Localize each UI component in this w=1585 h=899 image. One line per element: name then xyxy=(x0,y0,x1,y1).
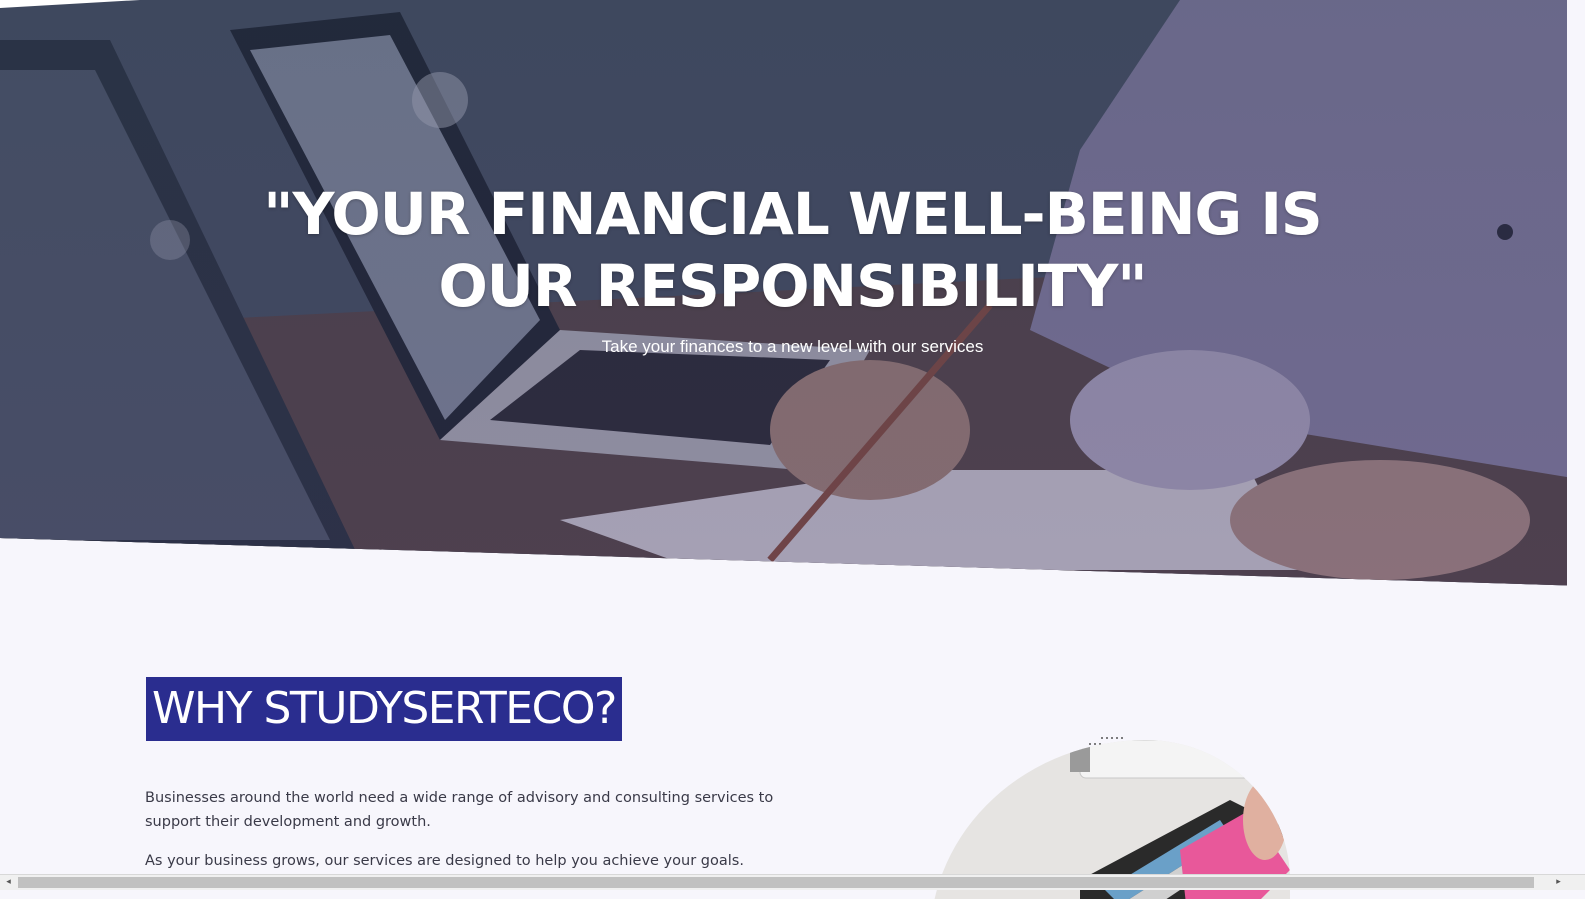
hero-banner: "YOUR FINANCIAL WELL-BEING IS OUR RESPON… xyxy=(0,0,1585,586)
why-section-heading: WHY STUDYSERTECO? xyxy=(146,677,622,741)
hero-subtitle: Take your finances to a new level with o… xyxy=(601,337,984,356)
why-paragraph-1: Businesses around the world need a wide … xyxy=(145,790,774,830)
scroll-right-arrow-icon[interactable]: ▸ xyxy=(1550,875,1567,890)
horizontal-scrollbar[interactable]: ◂ ▸ xyxy=(0,874,1585,890)
scrollbar-thumb[interactable] xyxy=(18,877,1534,888)
right-edge xyxy=(1567,0,1585,874)
page: "YOUR FINANCIAL WELL-BEING IS OUR RESPON… xyxy=(0,0,1585,899)
scroll-left-arrow-icon[interactable]: ◂ xyxy=(0,875,17,890)
hero-title: "YOUR FINANCIAL WELL-BEING IS OUR RESPON… xyxy=(263,180,1322,320)
